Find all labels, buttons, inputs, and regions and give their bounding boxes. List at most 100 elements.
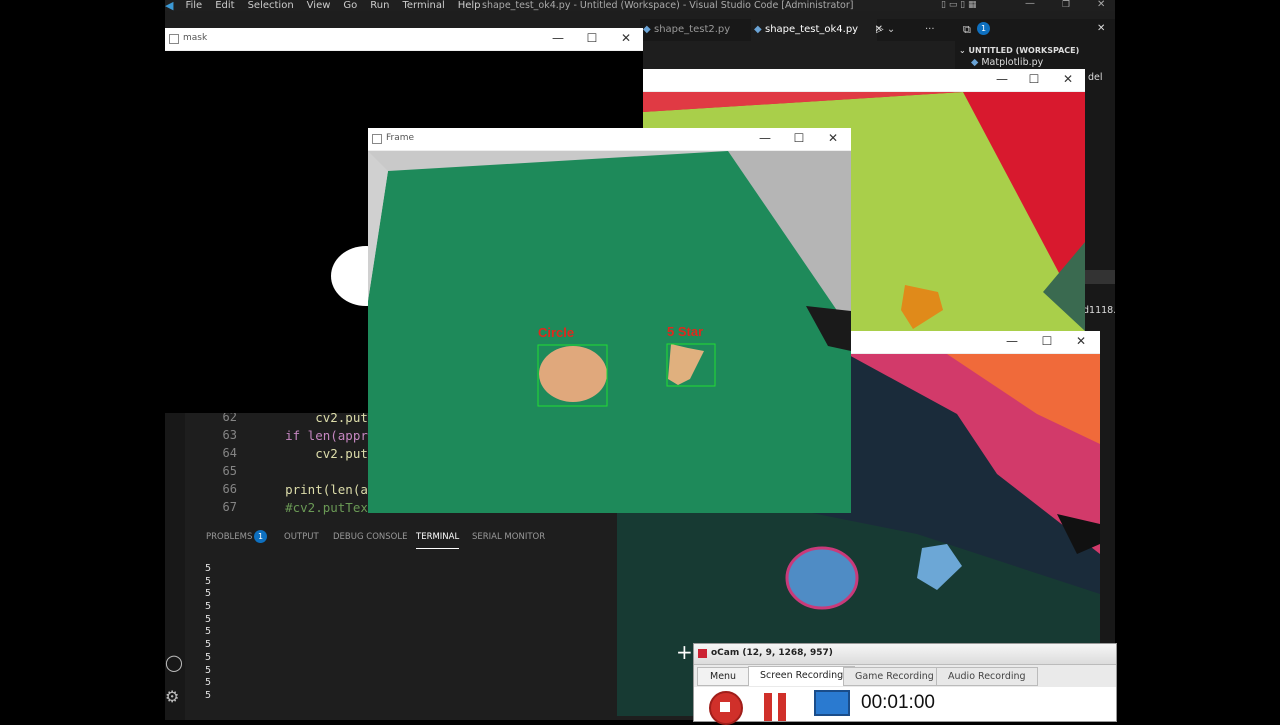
tab-shape-test-ok4[interactable]: ◆ shape_test_ok4.py ✕	[751, 19, 883, 41]
terminal-line: 5	[205, 651, 212, 663]
ocam-title: oCam (12, 9, 1268, 957)	[711, 648, 833, 658]
terminal-output[interactable]: 5 5 5 5 5 5 5 5 5 5 5	[205, 563, 211, 703]
ocam-tab-game-recording[interactable]: Game Recording	[843, 667, 946, 686]
tab-debug-console[interactable]: DEBUG CONSOLE	[333, 532, 407, 542]
menu-file[interactable]: File	[185, 0, 202, 11]
activity-bar: ◯ ⚙	[165, 410, 185, 720]
tab-problems[interactable]: PROBLEMS	[206, 532, 252, 542]
window-title: shape_test_ok4.py - Untitled (Workspace)…	[482, 0, 854, 11]
window-icon	[169, 34, 179, 44]
vscode-logo-icon: ◀	[165, 0, 174, 12]
minimize-icon[interactable]: —	[995, 72, 1009, 86]
close-icon[interactable]: ✕	[826, 131, 840, 145]
menu-selection[interactable]: Selection	[248, 0, 294, 11]
layout-toggle-icons[interactable]: ▯ ▭ ▯ ▦	[941, 0, 977, 11]
ocam-tab-menu[interactable]: Menu	[697, 667, 750, 686]
crosshair-cursor-icon: +	[676, 640, 693, 664]
window-title: Frame	[386, 133, 415, 143]
python-file-icon: ◆	[643, 24, 651, 35]
line-number: 64	[222, 446, 237, 460]
terminal-line: 5	[205, 563, 212, 574]
terminal-line: 5	[205, 677, 212, 689]
ocam-tab-audio-recording[interactable]: Audio Recording	[936, 667, 1038, 686]
window-title: mask	[183, 33, 208, 43]
code-line: cv2.put	[255, 446, 368, 461]
ocam-app-icon	[698, 649, 707, 658]
line-number: 63	[222, 428, 237, 442]
close-icon[interactable]: ✕	[619, 31, 633, 45]
tab-output[interactable]: OUTPUT	[284, 532, 319, 542]
terminal-line: 5	[205, 626, 212, 638]
tab-label: shape_test2.py	[654, 24, 731, 35]
file-label: Matplotlib.py	[981, 57, 1044, 68]
problems-badge: 1	[254, 530, 267, 543]
pause-icon-bar	[778, 693, 786, 721]
menu-run[interactable]: Run	[370, 0, 389, 11]
settings-gear-icon[interactable]: ⚙	[165, 687, 179, 706]
ocam-tab-screen-recording[interactable]: Screen Recording	[748, 666, 856, 686]
tab-shape-test2[interactable]: ◆ shape_test2.py	[640, 19, 764, 41]
mask-window-titlebar[interactable]: mask — ☐ ✕	[165, 28, 643, 51]
menu-terminal[interactable]: Terminal	[402, 0, 444, 11]
copy-icon[interactable]: ⧉	[963, 23, 971, 37]
code-line: if len(appr	[255, 428, 368, 443]
circle-label: Circle	[538, 325, 575, 340]
menu-edit[interactable]: Edit	[215, 0, 234, 11]
maximize-icon[interactable]: ☐	[585, 31, 599, 45]
python-file-icon: ◆	[971, 57, 979, 68]
frame-window-titlebar[interactable]: Frame — ☐ ✕	[368, 128, 851, 151]
ocam-tabs: Menu Screen Recording Game Recording Aud…	[694, 666, 1116, 686]
terminal-line: 5	[205, 601, 212, 613]
camera-window-titlebar[interactable]: — ☐ ✕	[643, 69, 1085, 92]
minimize-icon[interactable]: —	[1005, 334, 1019, 348]
ocam-window: oCam (12, 9, 1268, 957) Menu Screen Reco…	[693, 643, 1117, 725]
tab-label: shape_test_ok4.py	[765, 24, 859, 35]
ocam-titlebar[interactable]: oCam (12, 9, 1268, 957)	[694, 644, 1116, 665]
frame-window: Frame — ☐ ✕ Circle 5 Star	[368, 128, 851, 513]
partial-text-right: del	[1088, 72, 1103, 83]
maximize-icon[interactable]: ☐	[792, 131, 806, 145]
ocam-toolbar: 00:01:00	[694, 687, 1116, 725]
tab-terminal[interactable]: TERMINAL	[416, 532, 460, 549]
pause-icon[interactable]	[764, 693, 772, 721]
maximize-icon[interactable]: ☐	[1027, 72, 1041, 86]
more-actions-icon[interactable]: ···	[925, 19, 935, 41]
scroll-highlight	[1083, 270, 1115, 284]
close-icon[interactable]: ✕	[1061, 72, 1075, 86]
menu-view[interactable]: View	[307, 0, 331, 11]
restore-icon[interactable]: ❐	[1062, 0, 1070, 11]
terminal-line: 5	[205, 664, 212, 676]
code-line: print(len(ap	[255, 482, 376, 497]
minimize-icon[interactable]: —	[758, 131, 772, 145]
close-icon[interactable]: ✕	[1097, 0, 1105, 10]
line-number-gutter: 62 63 64 65 66 67	[190, 410, 245, 522]
workspace-title[interactable]: ⌄ UNTITLED (WORKSPACE)	[959, 46, 1079, 55]
notification-badge: 1	[977, 22, 990, 35]
partial-text-right: d1118.	[1083, 305, 1115, 316]
account-icon[interactable]: ◯	[165, 653, 183, 672]
code-line: #cv2.putText	[255, 500, 376, 515]
menu-go[interactable]: Go	[343, 0, 357, 11]
explorer-file-item[interactable]: ◆ Matplotlib.py	[971, 57, 1043, 68]
terminal-line: 5	[205, 639, 212, 651]
run-icon[interactable]: ▷ ⌄	[876, 19, 895, 41]
minimize-icon[interactable]: —	[551, 31, 565, 45]
minimize-icon[interactable]: —	[1025, 0, 1035, 9]
terminal-line: 5	[205, 575, 212, 587]
screen-monitor-icon[interactable]	[814, 690, 850, 716]
close-icon[interactable]: ✕	[1074, 334, 1088, 348]
star-label: 5 Star	[667, 324, 704, 339]
panel-header: PROBLEMS 1 OUTPUT DEBUG CONSOLE TERMINAL…	[190, 525, 620, 549]
window-icon	[372, 134, 382, 144]
line-number: 67	[222, 500, 237, 514]
terminal-line: 5	[205, 689, 212, 701]
menu-help[interactable]: Help	[458, 0, 481, 11]
tab-serial-monitor[interactable]: SERIAL MONITOR	[472, 532, 545, 542]
frame-camera-image	[368, 151, 851, 513]
line-number: 66	[222, 482, 237, 496]
terminal-line: 5	[205, 588, 212, 600]
camera-window-titlebar[interactable]: — ☐ ✕	[850, 331, 1100, 354]
python-file-icon: ◆	[754, 24, 762, 35]
maximize-icon[interactable]: ☐	[1040, 334, 1054, 348]
close-sidebar-icon[interactable]: ✕	[1097, 23, 1105, 34]
